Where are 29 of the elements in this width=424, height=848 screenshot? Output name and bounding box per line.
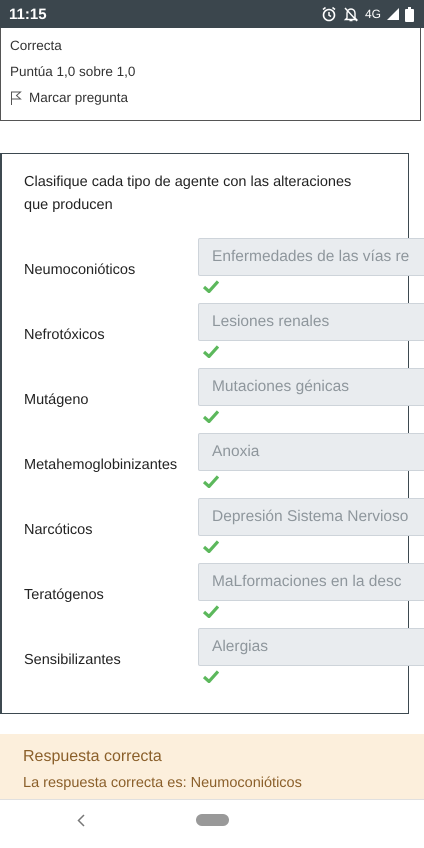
answer-select[interactable]: Depresión Sistema Nervioso (198, 498, 424, 536)
signal-icon (387, 8, 399, 20)
agent-label: Mutágeno (24, 391, 90, 408)
agent-label: Narcóticos (24, 521, 94, 538)
answer-select[interactable]: Anoxia (198, 433, 424, 471)
back-icon[interactable] (77, 814, 85, 827)
question-state: Correcta (10, 38, 63, 53)
feedback-text: La respuesta correcta es: Neumoconióticos (23, 775, 303, 791)
answer-select[interactable]: Alergias (198, 628, 424, 666)
flag-icon (10, 90, 22, 104)
answer-select[interactable]: Lesiones renales (198, 303, 424, 341)
clock-time: 11:15 (9, 6, 47, 22)
agent-label: Metahemoglobinizantes (24, 456, 178, 473)
home-pill[interactable] (196, 814, 229, 826)
feedback-title: Respuesta correcta (23, 748, 163, 766)
agent-label: Sensibilizantes (24, 651, 122, 668)
flag-question-link[interactable]: Marcar pregunta (10, 90, 411, 105)
agent-label: Nefrotóxicos (24, 326, 106, 343)
agent-label: Teratógenos (24, 586, 105, 603)
battery-icon (405, 6, 414, 22)
muted-bell-icon (342, 6, 359, 22)
question-grade: Puntúa 1,0 sobre 1,0 (10, 64, 136, 79)
alarm-icon (320, 6, 337, 22)
question-text: Clasifique cada tipo de agente con las alteraciones que producen (24, 173, 352, 215)
answer-select[interactable]: MaLformaciones en la desc (198, 563, 424, 601)
answer-select[interactable]: Enfermedades de las vías re (198, 238, 424, 276)
network-type: 4G (364, 7, 381, 21)
agent-label: Neumoconióticos (24, 261, 136, 278)
answer-select[interactable]: Mutaciones génicas (198, 368, 424, 406)
